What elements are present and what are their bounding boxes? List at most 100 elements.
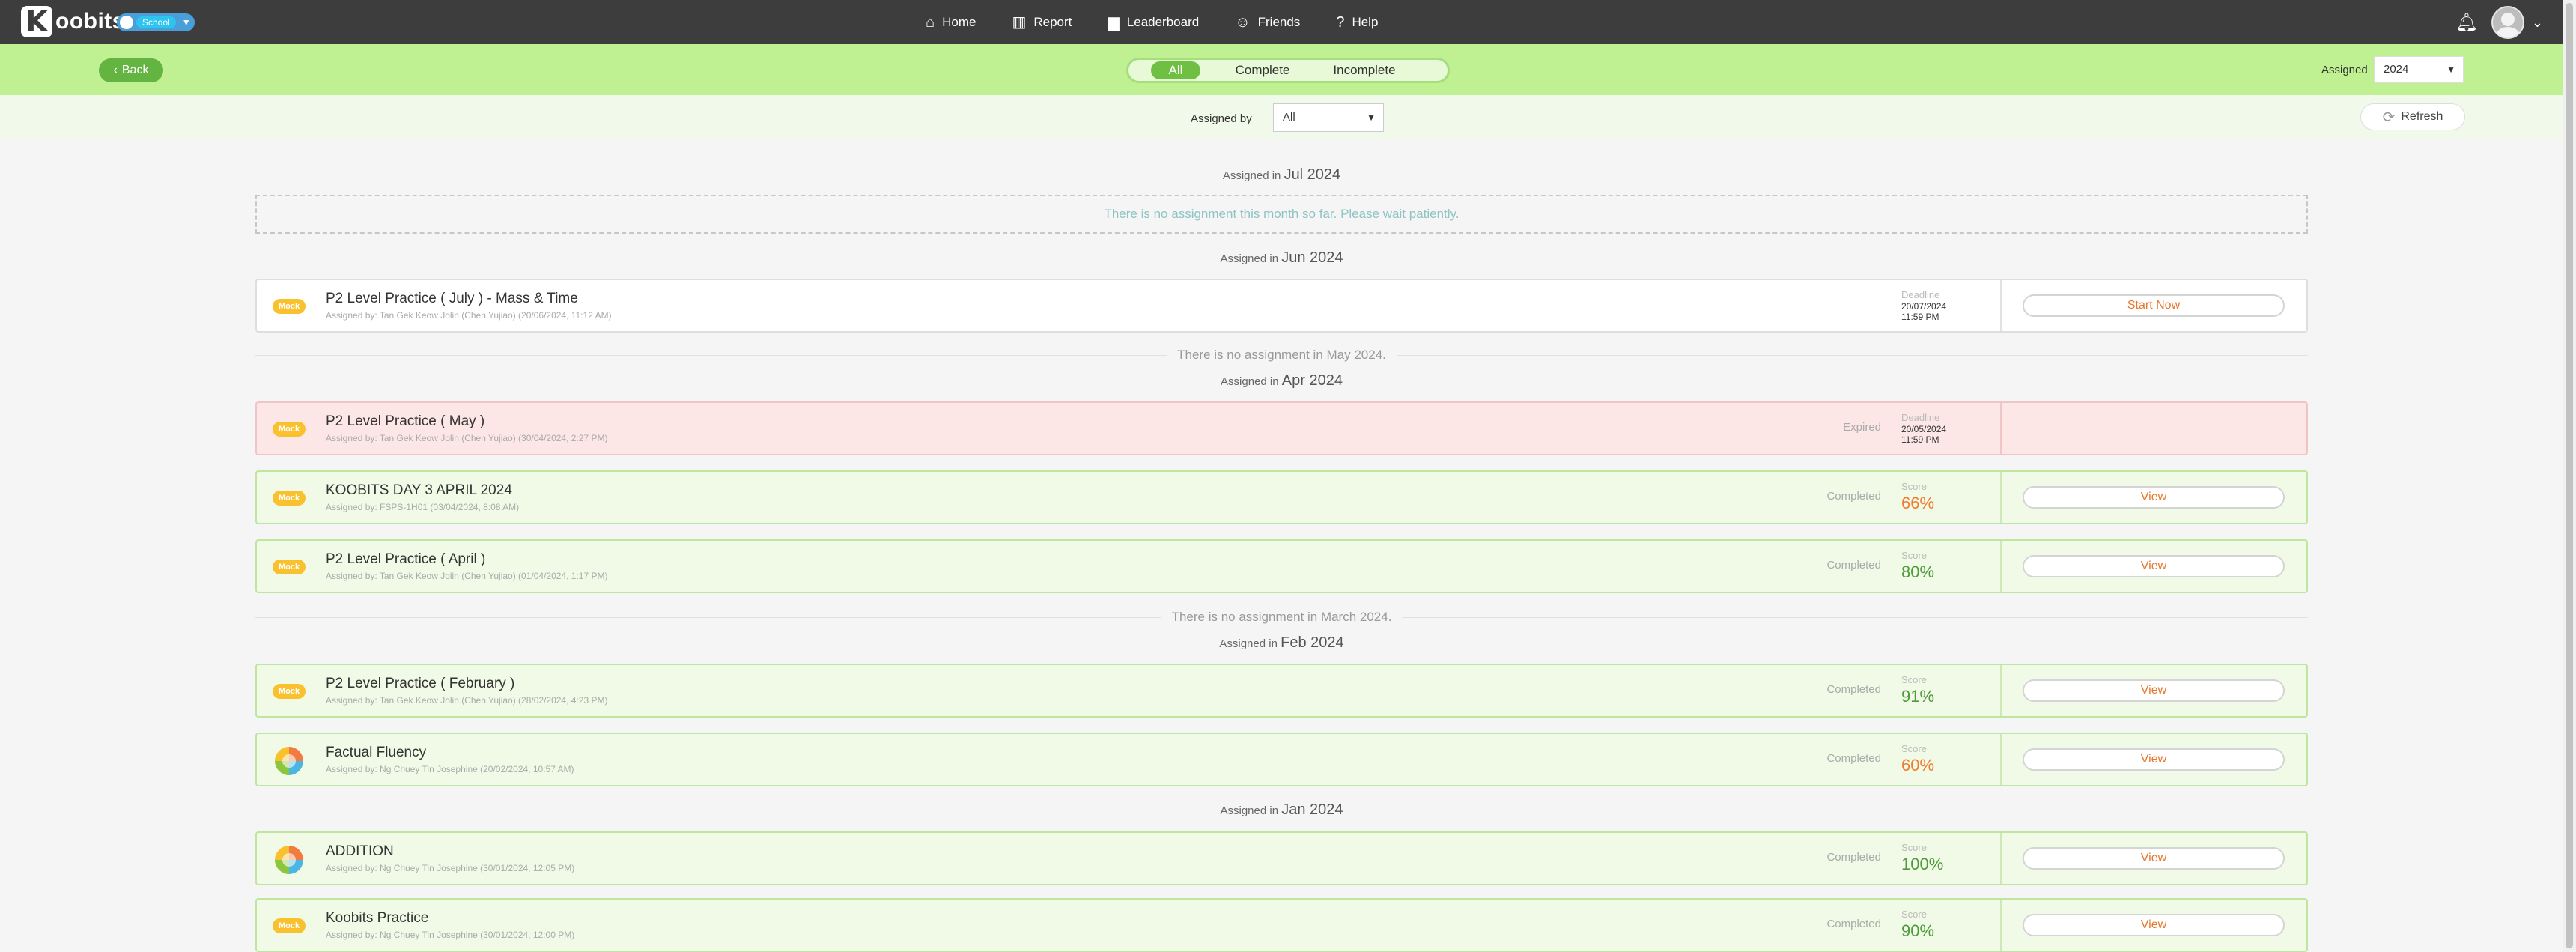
- nav-item-leaderboard[interactable]: ▆ Leaderboard: [1108, 15, 1199, 30]
- nav-label: Home: [942, 14, 976, 29]
- score-value: 60%: [1901, 756, 1935, 774]
- month-header-jul: Assigned in Jul 2024: [255, 166, 2309, 184]
- assigned-by-value: All: [1283, 111, 1295, 124]
- assignment-card: Mock P2 Level Practice ( July ) - Mass &…: [255, 279, 2308, 333]
- mock-badge: Mock: [273, 299, 306, 314]
- assignment-card: Mock KOOBITS DAY 3 APRIL 2024 Assigned b…: [255, 470, 2308, 524]
- month-prefix: Assigned in: [1220, 804, 1279, 817]
- assignment-title: P2 Level Practice ( April ): [326, 551, 486, 567]
- assignment-card: Mock P2 Level Practice ( May ) Assigned …: [255, 401, 2308, 455]
- month-label: Jun 2024: [1281, 249, 1343, 266]
- score-block: Score 66%: [1901, 481, 1969, 513]
- nav-label: Help: [1352, 14, 1379, 29]
- view-button[interactable]: View: [2023, 748, 2285, 771]
- page-scrollbar[interactable]: [2563, 0, 2576, 952]
- assignment-title: P2 Level Practice ( May ): [326, 413, 485, 429]
- month-label: Jul 2024: [1284, 166, 1341, 183]
- help-icon: ?: [1336, 13, 1345, 31]
- month-label: Jan 2024: [1281, 801, 1343, 818]
- status-expired: Expired: [1843, 421, 1881, 434]
- mock-badge: Mock: [273, 560, 306, 574]
- assignment-meta: Assigned by: Ng Chuey Tin Josephine (30/…: [326, 863, 575, 873]
- tab-incomplete[interactable]: Incomplete: [1316, 63, 1413, 78]
- assignment-title: P2 Level Practice ( July ) - Mass & Time: [326, 291, 578, 306]
- status-completed: Completed: [1826, 851, 1881, 864]
- nav-item-help[interactable]: ? Help: [1336, 15, 1378, 30]
- nav-label: Leaderboard: [1126, 14, 1200, 29]
- score-label: Score: [1901, 743, 1927, 754]
- year-select[interactable]: 2024 ▼: [2374, 56, 2464, 83]
- notice-text: There is no assignment in March 2024.: [1171, 610, 1392, 624]
- avatar[interactable]: [2491, 6, 2524, 39]
- view-button[interactable]: View: [2023, 679, 2285, 702]
- assignment-card: Factual Fluency Assigned by: Ng Chuey Ti…: [255, 733, 2308, 786]
- tab-complete[interactable]: Complete: [1223, 63, 1302, 78]
- score-block: Score 60%: [1901, 743, 1969, 775]
- score-label: Score: [1901, 674, 1927, 685]
- status-completed: Completed: [1826, 683, 1881, 696]
- scrollbar-thumb[interactable]: [2566, 3, 2573, 948]
- back-label: Back: [121, 64, 149, 76]
- assigned-by-select[interactable]: All ▼: [1273, 103, 1384, 132]
- notice-text: There is no assignment in May 2024.: [1177, 348, 1386, 362]
- deadline-block: Deadline 20/07/2024 11:59 PM: [1901, 289, 1969, 321]
- user-area: 🔔︎ ⌄: [2455, 6, 2543, 39]
- month-prefix: Assigned in: [1221, 375, 1279, 388]
- score-label: Score: [1901, 550, 1927, 561]
- deadline-label: Deadline: [1901, 412, 1940, 423]
- deadline-time: 11:59 PM: [1901, 312, 1939, 322]
- tab-all[interactable]: All: [1151, 61, 1200, 79]
- month-prefix: Assigned in: [1220, 252, 1279, 265]
- nav-item-friends[interactable]: ☺ Friends: [1235, 15, 1300, 30]
- assignment-meta: Assigned by: Tan Gek Keow Jolin (Chen Yu…: [326, 433, 608, 443]
- score-value: 91%: [1901, 687, 1935, 706]
- report-icon: ▥: [1012, 13, 1027, 31]
- empty-month-notice: There is no assignment this month so far…: [255, 195, 2308, 234]
- notification-bell-icon[interactable]: 🔔︎: [2455, 12, 2477, 34]
- month-header-jun: Assigned in Jun 2024: [255, 249, 2308, 267]
- month-label: Apr 2024: [1281, 372, 1343, 389]
- assignment-card: Mock P2 Level Practice ( February ) Assi…: [255, 664, 2308, 718]
- school-switcher[interactable]: School ▼: [117, 13, 195, 31]
- view-button[interactable]: View: [2023, 847, 2285, 870]
- back-button[interactable]: ‹ Back: [99, 58, 163, 82]
- view-button[interactable]: View: [2023, 914, 2285, 936]
- logo-text: oobits: [55, 9, 125, 34]
- score-block: Score 80%: [1901, 550, 1969, 582]
- assigned-year-label: Assigned: [2321, 64, 2368, 76]
- refresh-label: Refresh: [2401, 110, 2443, 123]
- assignment-card: ADDITION Assigned by: Ng Chuey Tin Josep…: [255, 831, 2308, 885]
- deadline-label: Deadline: [1901, 289, 1940, 300]
- month-prefix: Assigned in: [1219, 637, 1278, 650]
- view-button[interactable]: View: [2023, 555, 2285, 577]
- assignment-title: Koobits Practice: [326, 910, 429, 926]
- logo-k-mark: K: [21, 6, 52, 37]
- assignment-meta: Assigned by: Tan Gek Keow Jolin (Chen Yu…: [326, 571, 608, 581]
- main-nav: ⌂ Home ▥ Report ▆ Leaderboard ☺ Friends …: [926, 0, 1414, 44]
- koobits-logo[interactable]: K oobits: [21, 6, 125, 37]
- caret-down-icon: ▼: [2446, 64, 2455, 75]
- score-block: Score 90%: [1901, 909, 1969, 941]
- nav-item-home[interactable]: ⌂ Home: [926, 15, 976, 30]
- fluency-icon: [275, 747, 303, 775]
- no-assignment-march: There is no assignment in March 2024.: [255, 608, 2308, 626]
- view-button[interactable]: View: [2023, 486, 2285, 509]
- refresh-button[interactable]: ⟳ Refresh: [2360, 103, 2465, 130]
- deadline-block: Deadline 20/05/2024 11:59 PM: [1901, 412, 1969, 444]
- status-completed: Completed: [1826, 559, 1881, 571]
- start-now-button[interactable]: Start Now: [2023, 294, 2285, 317]
- chevron-left-icon: ‹: [113, 64, 118, 76]
- chevron-down-icon: ▼: [181, 17, 191, 28]
- assignment-title: P2 Level Practice ( February ): [326, 676, 515, 691]
- school-tag: School: [136, 16, 176, 28]
- score-label: Score: [1901, 481, 1927, 492]
- assigned-by-label: Assigned by: [1191, 112, 1252, 125]
- nav-item-report[interactable]: ▥ Report: [1012, 15, 1072, 30]
- chevron-down-icon[interactable]: ⌄: [2532, 15, 2543, 31]
- month-label: Feb 2024: [1281, 634, 1344, 651]
- fluency-icon: [275, 846, 303, 874]
- year-value: 2024: [2384, 63, 2409, 76]
- assigned-by-bar: Assigned by All ▼ ⟳ Refresh: [0, 95, 2563, 139]
- status-completed: Completed: [1826, 918, 1881, 930]
- month-header-jan: Assigned in Jan 2024: [255, 801, 2308, 819]
